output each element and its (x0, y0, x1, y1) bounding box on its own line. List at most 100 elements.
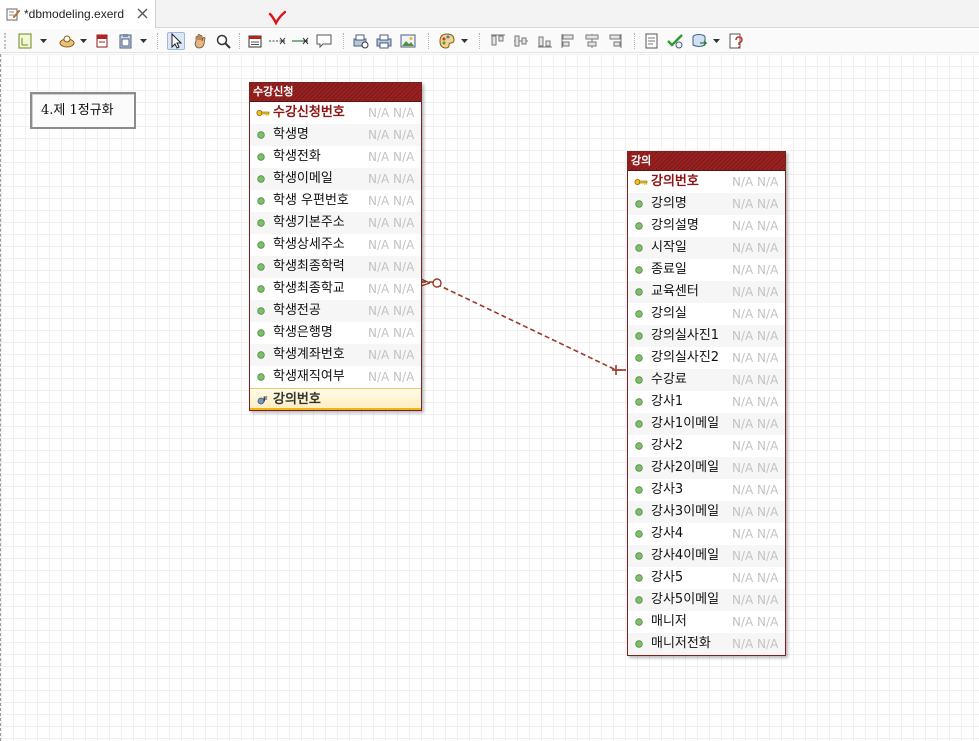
primary-key-field[interactable]: 수강신청번호 N/A N/A (250, 102, 421, 124)
attribute-field[interactable]: 강사2 N/A N/A (628, 435, 785, 457)
clipboard-icon[interactable] (117, 32, 135, 50)
field-name: 강의명 (651, 196, 687, 211)
attribute-field[interactable]: 강의실 N/A N/A (628, 303, 785, 325)
color-palette-icon[interactable] (438, 32, 456, 50)
align-top-icon[interactable] (489, 32, 507, 50)
attribute-field[interactable]: 강사3이메일 N/A N/A (628, 501, 785, 523)
palette-shape-icon[interactable] (58, 32, 76, 50)
select-pointer-icon[interactable] (167, 32, 185, 50)
attribute-dot-icon (257, 197, 265, 205)
zoom-icon[interactable] (214, 32, 232, 50)
attribute-field[interactable]: 강사5 N/A N/A (628, 567, 785, 589)
attribute-dot-icon (635, 618, 643, 626)
attribute-field[interactable]: 강사1이메일 N/A N/A (628, 413, 785, 435)
attribute-field[interactable]: 강의실사진1 N/A N/A (628, 325, 785, 347)
attribute-field[interactable]: 매니저전화 N/A N/A (628, 633, 785, 655)
editor-tab-bar: *dbmodeling.exerd (0, 0, 979, 29)
field-name: 학생전화 (273, 149, 321, 164)
attribute-field[interactable]: 강의명 N/A N/A (628, 193, 785, 215)
chevron-down-icon[interactable] (461, 39, 468, 44)
toolbar-grip[interactable] (4, 33, 6, 49)
entity-title: 강의 (628, 152, 785, 171)
attribute-field[interactable]: 수강료 N/A N/A (628, 369, 785, 391)
attribute-field[interactable]: 강사4이메일 N/A N/A (628, 545, 785, 567)
chevron-down-icon[interactable] (80, 39, 87, 44)
attribute-field[interactable]: 강의실사진2 N/A N/A (628, 347, 785, 369)
layer-icon[interactable] (17, 32, 35, 50)
attribute-dot-icon (635, 530, 643, 538)
editor-tab[interactable]: *dbmodeling.exerd (0, 0, 156, 29)
field-type: N/A N/A (732, 285, 779, 299)
identifying-relation-icon[interactable] (291, 32, 309, 50)
align-middle-icon[interactable] (512, 32, 530, 50)
field-name: 강의번호 (651, 174, 699, 189)
field-type: N/A N/A (368, 260, 415, 274)
field-type: N/A N/A (368, 194, 415, 208)
field-type: N/A N/A (732, 263, 779, 277)
align-bottom-icon[interactable] (536, 32, 554, 50)
print-preview-icon[interactable] (352, 32, 370, 50)
entity-enrollment[interactable]: 수강신청 수강신청번호 N/A N/A 학생명 N/A N/A 학생전화 N/A N/A 학… (249, 82, 422, 411)
attribute-field[interactable]: 학생 우편번호 N/A N/A (250, 190, 421, 212)
attribute-dot-icon (257, 263, 265, 271)
chevron-down-icon[interactable] (713, 39, 720, 44)
attribute-field[interactable]: 학생이메일 N/A N/A (250, 168, 421, 190)
memo-icon[interactable] (315, 32, 333, 50)
field-name: 학생재직여부 (273, 369, 345, 384)
field-name: 강의실 (651, 306, 687, 321)
diagram-canvas[interactable]: 4.제 1정규화 (0, 54, 979, 741)
chevron-down-icon[interactable] (40, 39, 47, 44)
attribute-field[interactable]: 학생상세주소 N/A N/A (250, 234, 421, 256)
attribute-field[interactable]: 학생명 N/A N/A (250, 124, 421, 146)
attribute-dot-icon (635, 442, 643, 450)
align-center-icon[interactable] (583, 32, 601, 50)
report-icon[interactable] (643, 32, 661, 50)
primary-key-field[interactable]: 강의번호 N/A N/A (628, 171, 785, 193)
foreign-key-field[interactable]: F 강의번호 (250, 388, 421, 410)
field-name: 강사5이메일 (651, 592, 720, 607)
align-left-icon[interactable] (559, 32, 577, 50)
new-entity-icon[interactable] (246, 32, 264, 50)
attribute-field[interactable]: 학생계좌번호 N/A N/A (250, 344, 421, 366)
attribute-dot-icon (257, 373, 265, 381)
attribute-field[interactable]: 매니저 N/A N/A (628, 611, 785, 633)
attribute-field[interactable]: 학생기본주소 N/A N/A (250, 212, 421, 234)
attribute-field[interactable]: 학생은행명 N/A N/A (250, 322, 421, 344)
attribute-field[interactable]: 강사5이메일 N/A N/A (628, 589, 785, 611)
validate-icon[interactable] (666, 32, 684, 50)
hand-pan-icon[interactable] (191, 32, 209, 50)
export-image-icon[interactable] (399, 32, 417, 50)
properties-icon[interactable] (727, 32, 745, 50)
attribute-field[interactable]: 강사4 N/A N/A (628, 523, 785, 545)
attribute-dot-icon (635, 596, 643, 604)
attribute-field[interactable]: 학생전공 N/A N/A (250, 300, 421, 322)
attribute-field[interactable]: 강사2이메일 N/A N/A (628, 457, 785, 479)
attribute-dot-icon (635, 200, 643, 208)
attribute-field[interactable]: 학생최종학교 N/A N/A (250, 278, 421, 300)
field-name: 학생상세주소 (273, 237, 345, 252)
field-name: 시작일 (651, 240, 687, 255)
color-box-icon[interactable] (93, 32, 111, 50)
attribute-field[interactable]: 강의설명 N/A N/A (628, 215, 785, 237)
attribute-field[interactable]: 학생전화 N/A N/A (250, 146, 421, 168)
field-name: 수강료 (651, 372, 687, 387)
memo-note[interactable]: 4.제 1정규화 (30, 92, 136, 129)
attribute-dot-icon (257, 175, 265, 183)
attribute-field[interactable]: 학생재직여부 N/A N/A (250, 366, 421, 388)
attribute-field[interactable]: 종료일 N/A N/A (628, 259, 785, 281)
attribute-field[interactable]: 강사1 N/A N/A (628, 391, 785, 413)
forward-engineer-icon[interactable] (690, 32, 708, 50)
attribute-field[interactable]: 학생최종학력 N/A N/A (250, 256, 421, 278)
field-type: N/A N/A (732, 307, 779, 321)
chevron-down-icon[interactable] (140, 39, 147, 44)
attribute-field[interactable]: 교육센터 N/A N/A (628, 281, 785, 303)
attribute-field[interactable]: 강사3 N/A N/A (628, 479, 785, 501)
field-type: N/A N/A (732, 483, 779, 497)
close-icon[interactable] (137, 8, 148, 19)
align-right-icon[interactable] (606, 32, 624, 50)
entity-lecture[interactable]: 강의 강의번호 N/A N/A 강의명 N/A N/A 강의설명 N/A N/A 시작일 N/… (627, 151, 786, 656)
field-type: N/A N/A (732, 175, 779, 189)
non-identifying-relation-icon[interactable] (268, 32, 286, 50)
print-icon[interactable] (375, 32, 393, 50)
attribute-field[interactable]: 시작일 N/A N/A (628, 237, 785, 259)
